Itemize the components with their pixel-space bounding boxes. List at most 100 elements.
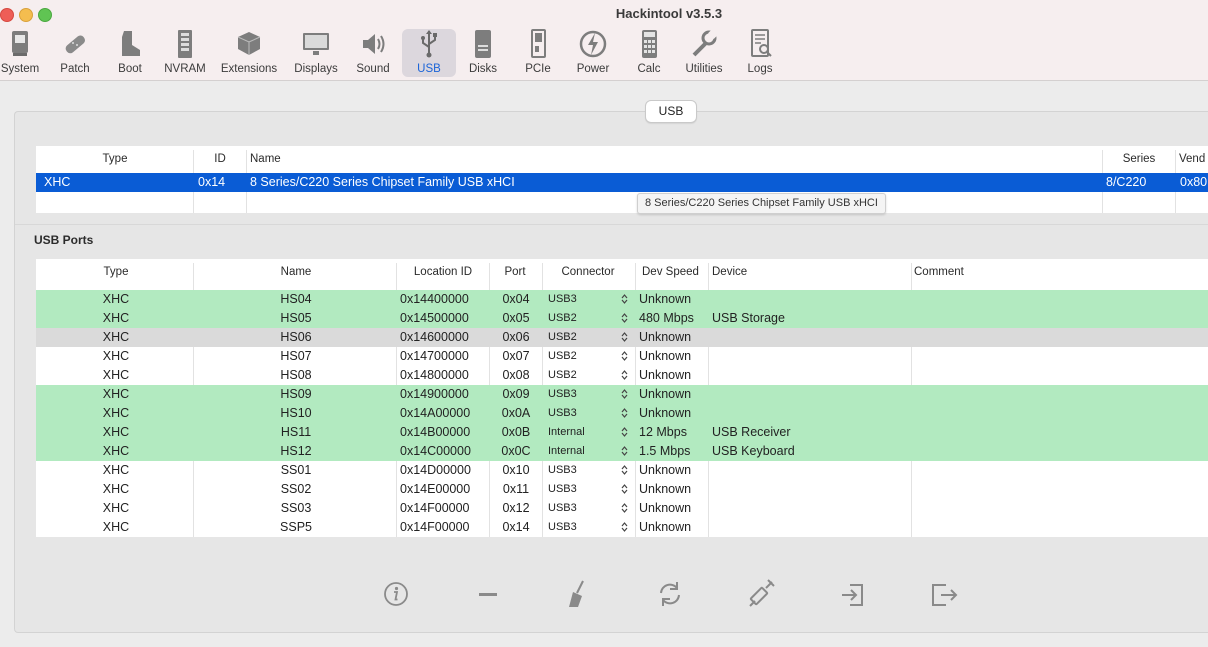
port-location: 0x14B00000 (400, 425, 471, 439)
usb-tab-button[interactable]: USB (645, 100, 697, 123)
controller-name: 8 Series/C220 Series Chipset Family USB … (250, 175, 515, 189)
connector-select[interactable]: USB3 (548, 499, 633, 518)
port-speed: 12 Mbps (639, 425, 687, 439)
connector-select[interactable]: Internal (548, 423, 633, 442)
connector-select[interactable]: USB3 (548, 518, 633, 537)
usb-port-row[interactable]: XHC HS06 0x14600000 0x06 USB2 Unknown (36, 328, 1208, 347)
import-button[interactable] (838, 578, 868, 610)
port-location: 0x14600000 (400, 330, 469, 344)
controller-row[interactable]: XHC 0x14 8 Series/C220 Series Chipset Fa… (36, 173, 1208, 192)
port-port: 0x0A (501, 406, 531, 420)
remove-button[interactable] (473, 578, 503, 610)
clear-button[interactable] (563, 578, 593, 610)
usb-port-row[interactable]: XHC HS08 0x14800000 0x08 USB2 Unknown (36, 366, 1208, 385)
port-name: HS07 (280, 349, 312, 363)
toolbar-usb[interactable]: USB (402, 29, 456, 77)
connector-select[interactable]: USB2 (548, 347, 633, 366)
usb-port-row[interactable]: XHC SSP5 0x14F00000 0x14 USB3 Unknown (36, 518, 1208, 537)
header-port-name[interactable]: Name (196, 259, 396, 283)
usb-port-row[interactable]: XHC HS05 0x14500000 0x05 USB2 480 Mbps USB Sto… (36, 309, 1208, 328)
port-type: XHC (102, 330, 130, 344)
name-tooltip: 8 Series/C220 Series Chipset Family USB … (637, 193, 886, 214)
connector-select[interactable]: Internal (548, 442, 633, 461)
connector-select[interactable]: USB2 (548, 328, 633, 347)
port-name: HS04 (280, 292, 312, 306)
nvram-icon (178, 30, 192, 58)
usb-ports-table: Type Name Location ID Port Connector Dev… (36, 259, 1208, 537)
port-name: SS03 (280, 501, 312, 515)
header-port-type[interactable]: Type (36, 259, 196, 283)
header-dev-speed[interactable]: Dev Speed (642, 259, 712, 283)
connector-select[interactable]: USB2 (548, 366, 633, 385)
toolbar-system[interactable]: System (0, 29, 40, 77)
port-type: XHC (102, 292, 130, 306)
port-port: 0x06 (502, 330, 530, 344)
header-series[interactable]: Series (1103, 146, 1175, 170)
port-name: HS09 (280, 387, 312, 401)
toolbar-calc[interactable]: Calc (629, 29, 669, 77)
export-button[interactable] (928, 578, 958, 610)
toolbar-calc-label: Calc (637, 63, 661, 75)
toolbar-pcie[interactable]: PCIe (518, 29, 558, 77)
header-comment[interactable]: Comment (914, 259, 1114, 283)
window-title: Hackintool v3.5.3 (615, 6, 723, 21)
toolbar-boot[interactable]: Boot (110, 29, 150, 77)
usb-port-row[interactable]: XHC HS07 0x14700000 0x07 USB2 Unknown (36, 347, 1208, 366)
remove-icon (479, 593, 497, 596)
toolbar-displays-label: Displays (294, 63, 338, 75)
header-type[interactable]: Type (36, 146, 194, 170)
refresh-button[interactable] (655, 578, 685, 610)
usb-port-row[interactable]: XHC SS02 0x14E00000 0x11 USB3 Unknown (36, 480, 1208, 499)
toolbar-displays[interactable]: Displays (291, 29, 341, 77)
port-port: 0x10 (502, 463, 530, 477)
port-device (712, 404, 912, 423)
toolbar-usb-label: USB (417, 63, 441, 75)
port-location: 0x14F00000 (400, 520, 470, 534)
connector-select[interactable]: USB3 (548, 480, 633, 499)
toolbar-power[interactable]: Power (573, 29, 613, 77)
usb-port-row[interactable]: XHC HS09 0x14900000 0x09 USB3 Unknown (36, 385, 1208, 404)
connector-select[interactable]: USB2 (548, 309, 633, 328)
header-connector[interactable]: Connector (543, 259, 633, 283)
toolbar-extensions[interactable]: Extensions (219, 29, 279, 77)
port-location: 0x14D00000 (400, 463, 471, 477)
port-port: 0x0C (501, 444, 531, 458)
toolbar-sound[interactable]: Sound (353, 29, 393, 77)
inject-icon (749, 579, 775, 607)
connector-select[interactable]: USB3 (548, 461, 633, 480)
connector-select[interactable]: USB3 (548, 385, 633, 404)
toolbar: Hackintool v3.5.3 System Patch Boot NVRA… (0, 0, 1208, 81)
usb-port-row[interactable]: XHC HS11 0x14B00000 0x0B Internal 12 Mbps USB … (36, 423, 1208, 442)
controller-type: XHC (44, 175, 71, 189)
toolbar-logs[interactable]: Logs (740, 29, 780, 77)
connector-select[interactable]: USB3 (548, 290, 633, 309)
toolbar-patch[interactable]: Patch (55, 29, 95, 77)
toolbar-nvram[interactable]: NVRAM (162, 29, 208, 77)
usb-port-row[interactable]: XHC HS12 0x14C00000 0x0C Internal 1.5 Mbps USB… (36, 442, 1208, 461)
port-type: XHC (102, 387, 130, 401)
calc-icon (642, 30, 657, 58)
header-device[interactable]: Device (712, 259, 912, 283)
usb-icon (421, 30, 437, 58)
port-type: XHC (102, 444, 130, 458)
toolbar-disks[interactable]: Disks (463, 29, 503, 77)
header-id[interactable]: ID (194, 146, 246, 170)
refresh-icon (660, 582, 680, 606)
header-name[interactable]: Name (250, 146, 550, 170)
inject-button[interactable] (746, 578, 776, 610)
port-type: XHC (102, 482, 130, 496)
header-vendor[interactable]: Vend (1179, 146, 1208, 170)
header-port-number[interactable]: Port (490, 259, 540, 283)
usb-port-row[interactable]: XHC SS01 0x14D00000 0x10 USB3 Unknown (36, 461, 1208, 480)
usb-port-row[interactable]: XHC SS03 0x14F00000 0x12 USB3 Unknown (36, 499, 1208, 518)
port-port: 0x12 (502, 501, 530, 515)
usb-port-row[interactable]: XHC HS10 0x14A00000 0x0A USB3 Unknown (36, 404, 1208, 423)
usb-port-row[interactable]: XHC HS04 0x14400000 0x04 USB3 Unknown (36, 290, 1208, 309)
toolbar-utilities[interactable]: Utilities (681, 29, 727, 77)
controller-series: 8/C220 (1106, 175, 1147, 189)
port-speed: Unknown (639, 292, 692, 306)
info-button[interactable] (381, 578, 411, 610)
header-location-id[interactable]: Location ID (398, 259, 488, 283)
connector-select[interactable]: USB3 (548, 404, 633, 423)
port-type: XHC (102, 311, 130, 325)
